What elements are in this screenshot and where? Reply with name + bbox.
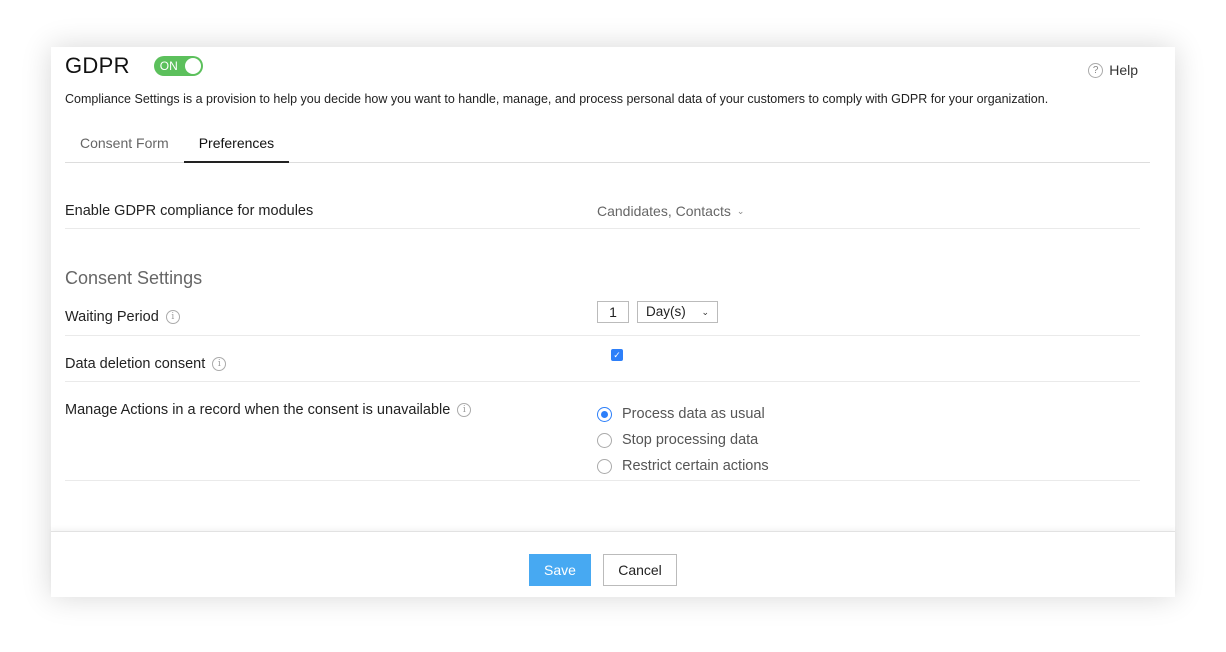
modules-label-text: Enable GDPR compliance for modules: [65, 203, 314, 219]
modules-value: Candidates, Contacts: [597, 203, 731, 219]
check-icon: ✓: [613, 349, 621, 360]
info-icon[interactable]: i: [212, 357, 227, 371]
modules-row: Enable GDPR compliance for modules Candi…: [65, 187, 1140, 229]
help-link[interactable]: ? Help: [1088, 62, 1138, 78]
page-description: Compliance Settings is a provision to he…: [65, 92, 1049, 106]
data-deletion-label-text: Data deletion consent: [65, 356, 206, 372]
waiting-period-row: Waiting Period i 1 Day(s) ⌄: [65, 287, 1140, 336]
gdpr-settings-card: GDPR ON ? Help Compliance Settings is a …: [51, 47, 1175, 597]
info-icon[interactable]: i: [457, 403, 472, 417]
cancel-button[interactable]: Cancel: [603, 554, 677, 586]
chevron-down-icon: ⌄: [736, 205, 745, 216]
waiting-period-unit-select[interactable]: Day(s) ⌄: [637, 301, 718, 323]
radio-button[interactable]: [597, 458, 612, 474]
page-title: GDPR: [65, 53, 130, 78]
toggle-knob: [184, 58, 201, 74]
save-button[interactable]: Save: [529, 554, 591, 586]
radio-process-data[interactable]: Process data as usual: [597, 401, 769, 427]
radio-label: Process data as usual: [622, 406, 765, 422]
modules-dropdown[interactable]: Candidates, Contacts ⌄: [597, 203, 744, 219]
tab-preferences[interactable]: Preferences: [183, 127, 290, 163]
radio-label: Restrict certain actions: [622, 458, 769, 474]
tab-bar: Consent Form Preferences: [65, 127, 1150, 163]
gdpr-toggle[interactable]: ON: [153, 56, 203, 76]
radio-button[interactable]: [597, 432, 612, 448]
modules-label: Enable GDPR compliance for modules: [65, 203, 313, 219]
help-label: Help: [1109, 62, 1138, 78]
waiting-period-label-text: Waiting Period: [65, 309, 159, 325]
radio-label: Stop processing data: [622, 432, 759, 448]
unit-value: Day(s): [646, 304, 686, 319]
chevron-down-icon: ⌄: [701, 307, 709, 317]
manage-actions-label-text: Manage Actions in a record when the cons…: [65, 402, 451, 418]
data-deletion-checkbox[interactable]: ✓: [611, 349, 623, 361]
info-icon[interactable]: i: [165, 310, 180, 324]
data-deletion-label: Data deletion consent i: [65, 356, 227, 372]
footer-bar: Save Cancel: [51, 531, 1175, 597]
page-header: GDPR ON: [65, 53, 203, 79]
waiting-period-label: Waiting Period i: [65, 309, 180, 325]
waiting-period-input[interactable]: 1: [597, 301, 629, 323]
consent-settings-title: Consent Settings: [65, 268, 203, 288]
toggle-label: ON: [159, 59, 178, 73]
manage-actions-label: Manage Actions in a record when the cons…: [65, 402, 472, 418]
manage-actions-radio-group: Process data as usual Stop processing da…: [597, 401, 769, 479]
help-icon: ?: [1088, 62, 1104, 78]
radio-stop-processing[interactable]: Stop processing data: [597, 427, 769, 453]
data-deletion-row: Data deletion consent i ✓: [65, 336, 1140, 382]
tab-consent-form[interactable]: Consent Form: [65, 127, 184, 163]
radio-button[interactable]: [597, 406, 612, 422]
radio-restrict-actions[interactable]: Restrict certain actions: [597, 453, 769, 479]
